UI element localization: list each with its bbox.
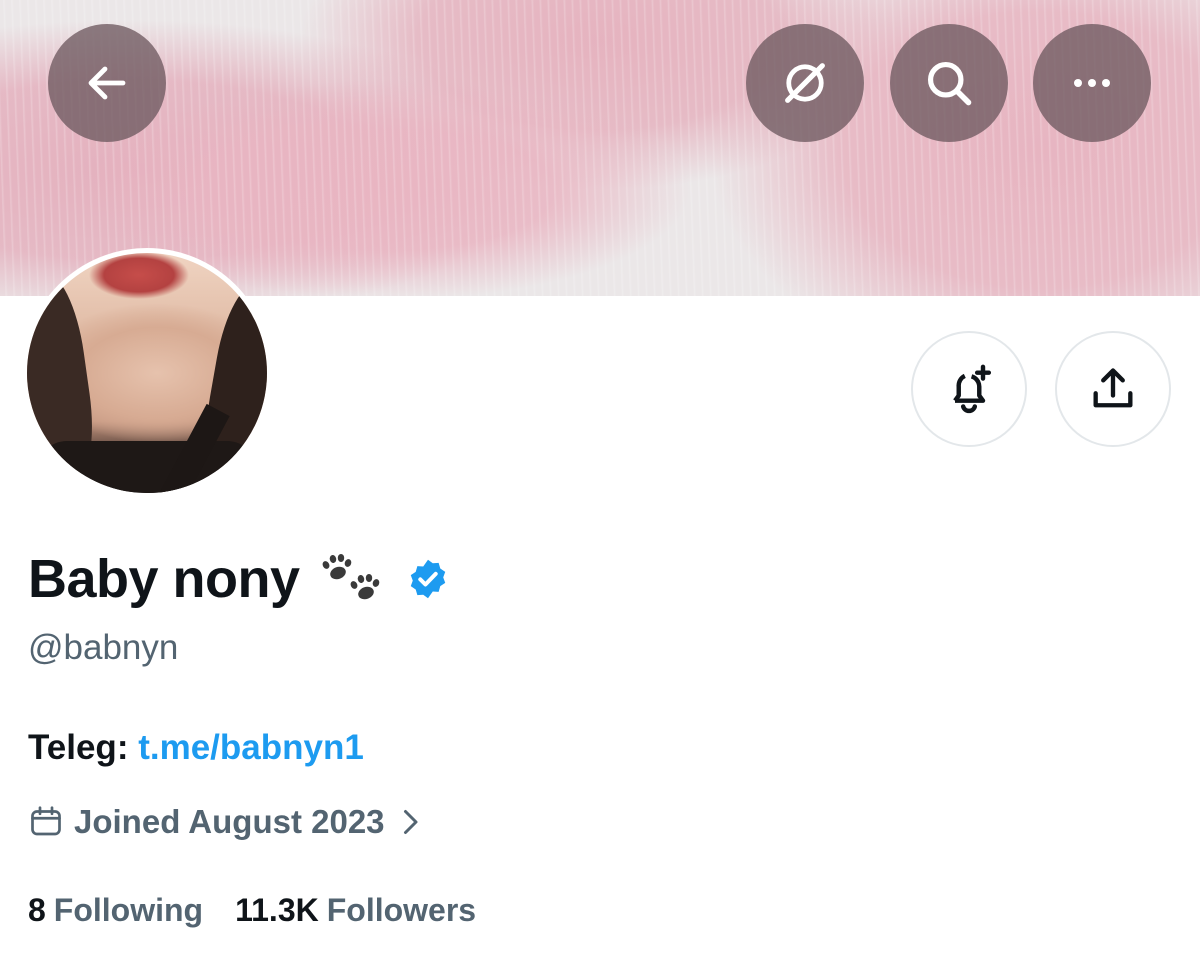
share-icon (1093, 368, 1133, 408)
avatar-photo (27, 253, 267, 493)
arrow-left-icon (88, 66, 126, 100)
bio-link[interactable]: t.me/babnyn1 (138, 728, 364, 767)
username-handle: @babnyn (28, 628, 179, 667)
back-button[interactable] (48, 24, 166, 142)
avatar[interactable] (22, 248, 272, 498)
bio: Teleg: t.me/babnyn1 (28, 728, 364, 768)
following-count: 8 (28, 892, 46, 928)
grok-icon (785, 63, 825, 103)
paw-prints-icon (318, 551, 386, 607)
grok-button[interactable] (746, 24, 864, 142)
bell-plus-icon (953, 364, 992, 414)
notifications-button[interactable] (911, 331, 1027, 447)
verified-badge-icon[interactable] (406, 557, 450, 601)
more-dots-icon (1074, 79, 1110, 87)
bio-text: Teleg: (28, 728, 139, 767)
name-row: Baby nony (28, 546, 450, 612)
chevron-right-icon (399, 807, 421, 837)
following-link[interactable]: 8 Following (28, 892, 203, 929)
joined-date[interactable]: Joined August 2023 (28, 803, 421, 841)
more-button[interactable] (1033, 24, 1151, 142)
joined-text: Joined August 2023 (74, 803, 385, 840)
follow-stats: 8 Following 11.3K Followers (28, 892, 508, 929)
followers-link[interactable]: 11.3K Followers (235, 892, 476, 929)
search-icon (927, 61, 972, 106)
followers-count: 11.3K (235, 892, 319, 928)
following-label: Following (53, 892, 204, 928)
search-button[interactable] (890, 24, 1008, 142)
share-button[interactable] (1055, 331, 1171, 447)
display-name: Baby nony (28, 549, 300, 609)
calendar-icon (28, 804, 64, 840)
followers-label: Followers (326, 892, 477, 928)
